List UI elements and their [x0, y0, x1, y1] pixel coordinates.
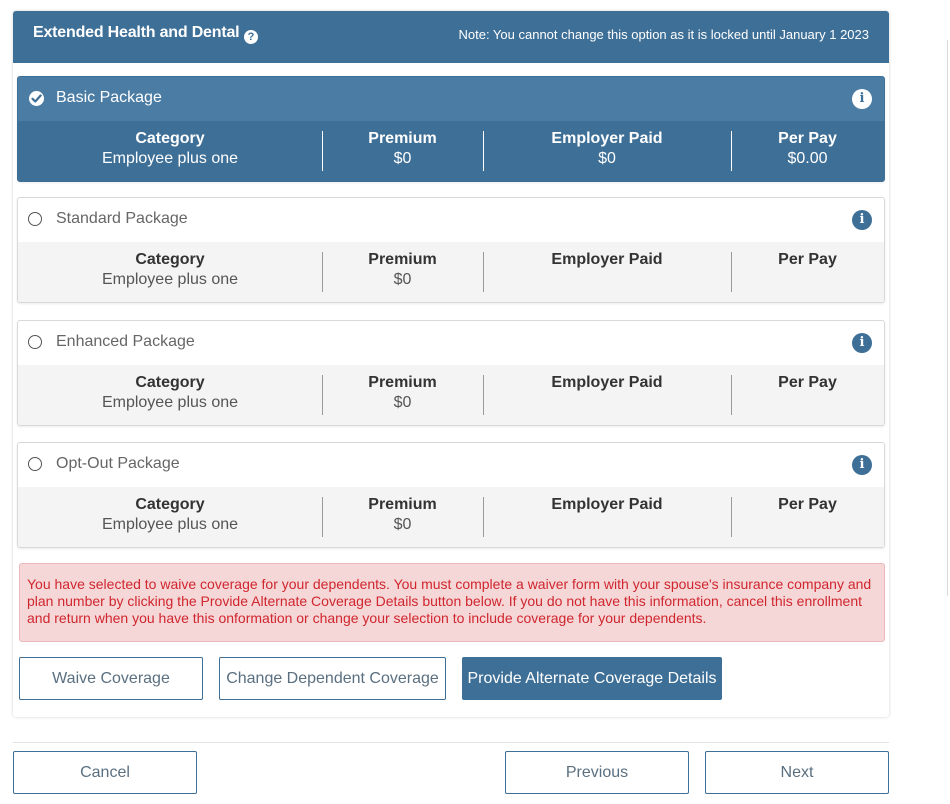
per-pay-label: Per Pay	[778, 374, 837, 391]
premium-value: $0	[393, 516, 412, 533]
info-icon[interactable]: i	[852, 455, 872, 475]
checked-radio-icon[interactable]	[29, 91, 44, 106]
premium-value: $0	[393, 150, 412, 167]
info-icon[interactable]: i	[852, 89, 872, 109]
previous-button[interactable]: Previous	[505, 751, 689, 794]
package-opt-out[interactable]: Opt-Out Package i Category Employee plus…	[17, 442, 885, 548]
package-details: Category Employee plus one Premium $0 Em…	[18, 365, 884, 425]
premium-label: Premium	[368, 496, 437, 513]
provide-alternate-coverage-button[interactable]: Provide Alternate Coverage Details	[462, 657, 722, 700]
change-dependent-coverage-button[interactable]: Change Dependent Coverage	[219, 657, 446, 700]
employer-paid-value: $0	[598, 150, 616, 167]
employer-paid-label: Employer Paid	[551, 251, 663, 268]
premium-label: Premium	[368, 130, 437, 147]
per-pay-column: Per Pay	[731, 487, 884, 547]
footer-divider	[13, 742, 889, 743]
employer-paid-column: Employer Paid	[483, 365, 731, 425]
category-column: Category Employee plus one	[18, 121, 322, 181]
card-header: Extended Health and Dental ? Note: You c…	[13, 11, 889, 63]
premium-label: Premium	[368, 251, 437, 268]
info-icon[interactable]: i	[852, 333, 872, 353]
category-column: Category Employee plus one	[18, 365, 322, 425]
package-header[interactable]: Enhanced Package i	[18, 321, 884, 365]
premium-label: Premium	[368, 374, 437, 391]
category-value: Employee plus one	[101, 150, 239, 167]
per-pay-column: Per Pay	[731, 242, 884, 302]
package-basic[interactable]: Basic Package i Category Employee plus o…	[17, 76, 885, 182]
section-title: Extended Health and Dental	[33, 24, 240, 41]
employer-paid-column: Employer Paid	[483, 242, 731, 302]
package-name: Enhanced Package	[56, 333, 195, 350]
package-name: Standard Package	[56, 210, 188, 227]
premium-column: Premium $0	[322, 365, 483, 425]
category-value: Employee plus one	[101, 516, 239, 533]
category-value: Employee plus one	[101, 271, 239, 288]
category-column: Category Employee plus one	[18, 487, 322, 547]
premium-column: Premium $0	[322, 121, 483, 181]
package-header[interactable]: Opt-Out Package i	[18, 443, 884, 487]
package-name: Opt-Out Package	[56, 455, 180, 472]
per-pay-label: Per Pay	[778, 496, 837, 513]
premium-value: $0	[393, 271, 412, 288]
per-pay-column: Per Pay	[731, 365, 884, 425]
package-header[interactable]: Basic Package i	[18, 77, 884, 121]
employer-paid-column: Employer Paid $0	[483, 121, 731, 181]
per-pay-label: Per Pay	[778, 130, 837, 147]
waiver-alert: You have selected to waive coverage for …	[19, 563, 885, 642]
package-details: Category Employee plus one Premium $0 Em…	[18, 121, 884, 181]
employer-paid-label: Employer Paid	[551, 496, 663, 513]
category-label: Category	[135, 496, 205, 513]
package-header[interactable]: Standard Package i	[18, 198, 884, 242]
info-icon[interactable]: i	[852, 210, 872, 230]
employer-paid-label: Employer Paid	[551, 130, 663, 147]
next-button[interactable]: Next	[705, 751, 889, 794]
extended-health-card: Extended Health and Dental ? Note: You c…	[13, 11, 889, 717]
package-details: Category Employee plus one Premium $0 Em…	[18, 487, 884, 547]
package-name: Basic Package	[56, 89, 162, 106]
employer-paid-column: Employer Paid	[483, 487, 731, 547]
category-label: Category	[135, 130, 205, 147]
package-enhanced[interactable]: Enhanced Package i Category Employee plu…	[17, 320, 885, 426]
category-label: Category	[135, 251, 205, 268]
cancel-button[interactable]: Cancel	[13, 751, 197, 794]
help-icon[interactable]: ?	[244, 30, 258, 44]
premium-column: Premium $0	[322, 487, 483, 547]
lock-note: Note: You cannot change this option as i…	[458, 27, 869, 42]
package-details: Category Employee plus one Premium $0 Em…	[18, 242, 884, 302]
radio-button[interactable]	[28, 457, 42, 471]
category-column: Category Employee plus one	[18, 242, 322, 302]
radio-button[interactable]	[28, 212, 42, 226]
per-pay-column: Per Pay $0.00	[731, 121, 884, 181]
category-value: Employee plus one	[101, 394, 239, 411]
per-pay-label: Per Pay	[778, 251, 837, 268]
waive-coverage-button[interactable]: Waive Coverage	[19, 657, 203, 700]
radio-button[interactable]	[28, 335, 42, 349]
page-edge-line	[947, 40, 948, 596]
premium-value: $0	[393, 394, 412, 411]
category-label: Category	[135, 374, 205, 391]
premium-column: Premium $0	[322, 242, 483, 302]
employer-paid-label: Employer Paid	[551, 374, 663, 391]
per-pay-value: $0.00	[787, 150, 828, 167]
package-standard[interactable]: Standard Package i Category Employee plu…	[17, 197, 885, 303]
